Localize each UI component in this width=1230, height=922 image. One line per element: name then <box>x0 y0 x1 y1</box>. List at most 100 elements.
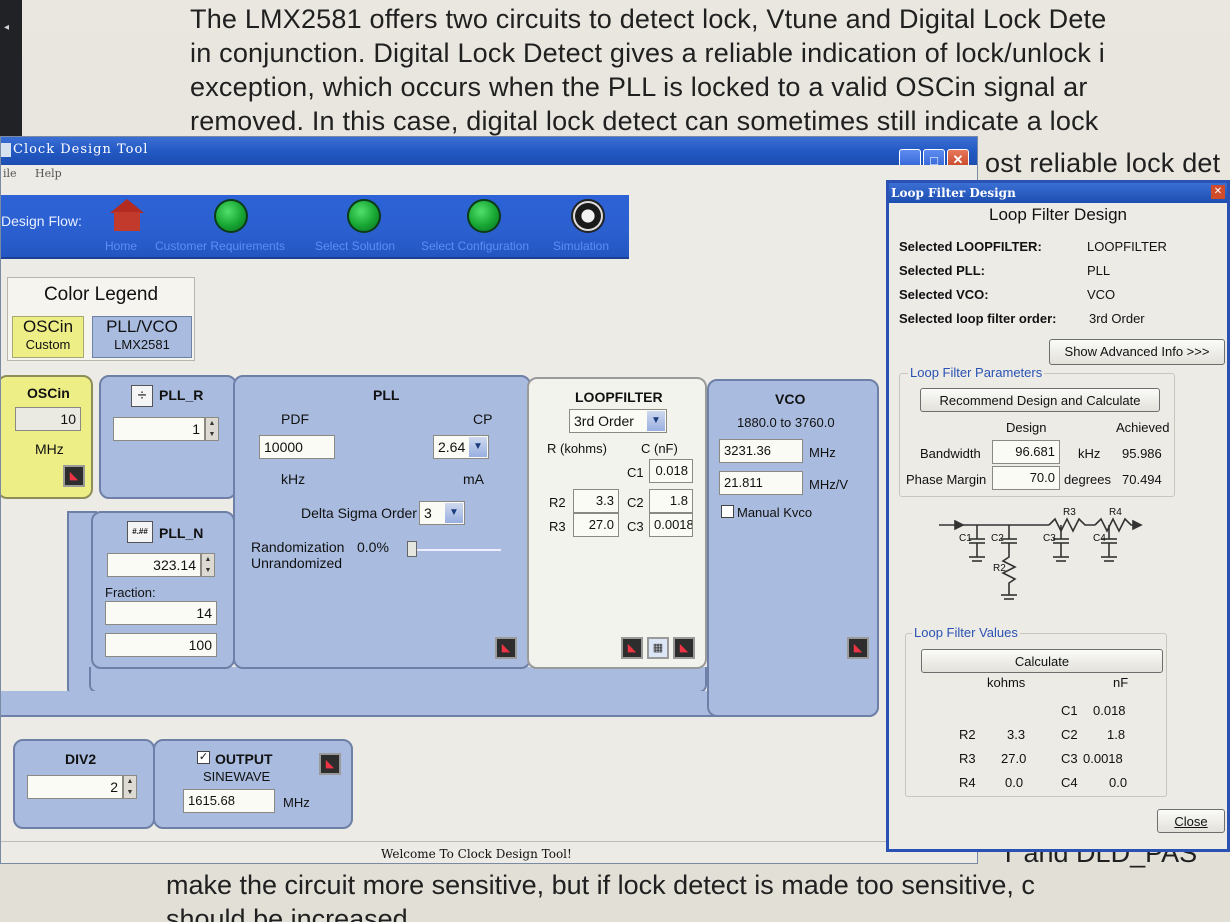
nf-header: nF <box>1113 675 1129 690</box>
r2-label: R2 <box>549 495 566 510</box>
settings-tool-icon[interactable]: ◣ <box>495 637 517 659</box>
cp-dropdown[interactable]: 2.64 ▼ <box>433 435 489 459</box>
settings-tool-icon[interactable]: ◣ <box>847 637 869 659</box>
pll-r-field[interactable]: 1 <box>113 417 205 441</box>
pll-block[interactable]: PLL PDF CP 10000 2.64 ▼ kHz mA Delta Sig… <box>233 375 531 669</box>
loopfilter-block[interactable]: LOOPFILTER 3rd Order ▼ R (kohms) C (nF) … <box>527 377 707 669</box>
loop-filter-schematic: R3 R4 C1 C2 C3 C4 R2 <box>939 507 1143 600</box>
app-icon <box>1 143 11 157</box>
pll-n-spinner[interactable]: ▲ ▼ <box>201 553 215 577</box>
dialog-title-bar[interactable]: Loop Filter Design <box>889 183 1227 203</box>
menu-file[interactable]: ile <box>3 167 17 180</box>
bandwidth-design-field[interactable]: 96.681 <box>992 440 1060 464</box>
value-c4-label: C4 <box>1061 775 1078 790</box>
settings-tool-icon[interactable]: ◣ <box>63 465 85 487</box>
flow-step-simulation[interactable]: Simulation <box>553 199 623 253</box>
pll-n-block[interactable]: #.## PLL_N 323.14 ▲ ▼ Fraction: 14 100 <box>91 511 235 669</box>
div2-field[interactable]: 2 <box>27 775 123 799</box>
menu-help[interactable]: Help <box>35 167 62 180</box>
output-checkbox[interactable]: ✓ <box>197 751 210 764</box>
vco-frequency-field[interactable]: 3231.36 <box>719 439 803 463</box>
flow-step-select-solution[interactable]: Select Solution <box>315 199 413 253</box>
c3-field[interactable]: 0.0018 <box>649 513 693 537</box>
pll-r-title: PLL_R <box>159 387 204 403</box>
dialog-heading: Loop Filter Design <box>989 205 1127 224</box>
c2-field[interactable]: 1.8 <box>649 489 693 513</box>
design-header: Design <box>1006 420 1047 435</box>
connector <box>89 667 707 693</box>
legend-title: Color Legend <box>43 284 159 305</box>
legend-oscin-name: OSCin <box>22 317 74 336</box>
value-c4: 0.0 <box>1109 775 1128 790</box>
c1-field[interactable]: 0.018 <box>649 459 693 483</box>
output-frequency-field[interactable]: 1615.68 <box>183 789 275 813</box>
recommend-design-button[interactable]: Recommend Design and Calculate <box>920 388 1160 412</box>
dialog-close-icon[interactable]: ✕ <box>1211 185 1225 199</box>
value-r2-label: R2 <box>959 727 976 742</box>
pll-title: PLL <box>373 387 400 403</box>
flow-step-customer-requirements[interactable]: Customer Requirements <box>155 199 307 253</box>
legend-oscin-sub: Custom <box>25 337 71 352</box>
delta-sigma-dropdown[interactable]: 3 ▼ <box>419 501 465 525</box>
green-status-icon <box>467 199 501 233</box>
show-advanced-info-button[interactable]: Show Advanced Info >>> <box>1049 339 1225 365</box>
loopfilter-order-dropdown[interactable]: 3rd Order ▼ <box>569 409 667 433</box>
schematic-label-c2: C2 <box>991 533 1004 544</box>
fraction-denominator-field[interactable]: 100 <box>105 633 217 657</box>
kohms-header: kohms <box>987 675 1026 690</box>
close-dialog-button[interactable]: Close <box>1157 809 1225 833</box>
title-bar[interactable]: Clock Design Tool <box>1 137 977 165</box>
manual-kvco-checkbox[interactable] <box>721 505 734 518</box>
flow-step-home[interactable]: Home <box>105 199 149 253</box>
value-r4-label: R4 <box>959 775 976 790</box>
pll-r-block[interactable]: ÷ PLL_R 1 ▲ ▼ <box>99 375 237 499</box>
kvco-field[interactable]: 21.811 <box>719 471 803 495</box>
left-sidebar-strip: ◂ <box>0 0 22 140</box>
oscin-title: OSCin <box>27 385 70 401</box>
fraction-numerator-field[interactable]: 14 <box>105 601 217 625</box>
cp-value: 2.64 <box>438 439 466 455</box>
value-r2: 3.3 <box>1007 727 1026 742</box>
div2-spinner[interactable]: ▲ ▼ <box>123 775 137 799</box>
value-c3: 0.0018 <box>1083 751 1123 766</box>
r2-field[interactable]: 3.3 <box>573 489 619 513</box>
status-text: Welcome To Clock Design Tool! <box>381 847 572 861</box>
oscin-block[interactable]: OSCin 10 MHz ◣ <box>1 375 93 499</box>
bandwidth-label: Bandwidth <box>920 446 981 461</box>
home-icon <box>110 199 144 233</box>
table-icon[interactable]: ▦ <box>647 637 669 659</box>
oscin-frequency-field[interactable]: 10 <box>15 407 81 431</box>
selected-pll-label: Selected PLL: <box>899 263 985 278</box>
settings-tool-icon[interactable]: ◣ <box>319 753 341 775</box>
flow-step-select-configuration[interactable]: Select Configuration <box>421 199 547 253</box>
div2-block[interactable]: DIV2 2 ▲ ▼ <box>13 739 155 829</box>
r3-field[interactable]: 27.0 <box>573 513 619 537</box>
flow-step-label: Select Configuration <box>421 239 530 253</box>
divide-icon: ÷ <box>131 385 153 407</box>
vco-block[interactable]: VCO 1880.0 to 3760.0 3231.36 MHz 21.811 … <box>707 379 879 717</box>
pdf-field[interactable]: 10000 <box>259 435 335 459</box>
schematic-label-r3: R3 <box>1063 507 1076 518</box>
c1-label: C1 <box>627 465 644 480</box>
bandwidth-unit: kHz <box>1078 446 1101 461</box>
output-block[interactable]: ✓ OUTPUT SINEWAVE 1615.68 MHz ◣ <box>153 739 353 829</box>
legend-pllvco-sub: LMX2581 <box>114 337 170 352</box>
pll-n-field[interactable]: 323.14 <box>107 553 201 577</box>
doc-line-2: in conjunction. Digital Lock Detect give… <box>190 38 1105 68</box>
chevron-down-icon: ▼ <box>445 503 463 523</box>
calculate-button[interactable]: Calculate <box>921 649 1163 673</box>
randomization-slider-track[interactable] <box>411 549 501 551</box>
schematic-label-r2: R2 <box>993 563 1006 574</box>
value-r3: 27.0 <box>1001 751 1027 766</box>
schematic-label-c1: C1 <box>959 533 972 544</box>
settings-tool-icon[interactable]: ◣ <box>673 637 695 659</box>
parameters-group-title: Loop Filter Parameters <box>908 365 1045 380</box>
schematic-icon[interactable]: ◣ <box>621 637 643 659</box>
randomization-slider-thumb[interactable] <box>407 541 417 557</box>
value-c1-label: C1 <box>1061 703 1078 718</box>
loop-filter-design-dialog: Loop Filter Design ✕ Loop Filter Design … <box>886 180 1230 852</box>
phase-margin-design-field[interactable]: 70.0 <box>992 466 1060 490</box>
green-status-icon <box>347 199 381 233</box>
legend-pllvco: PLL/VCO LMX2581 <box>92 316 192 358</box>
pll-r-spinner[interactable]: ▲ ▼ <box>205 417 219 441</box>
